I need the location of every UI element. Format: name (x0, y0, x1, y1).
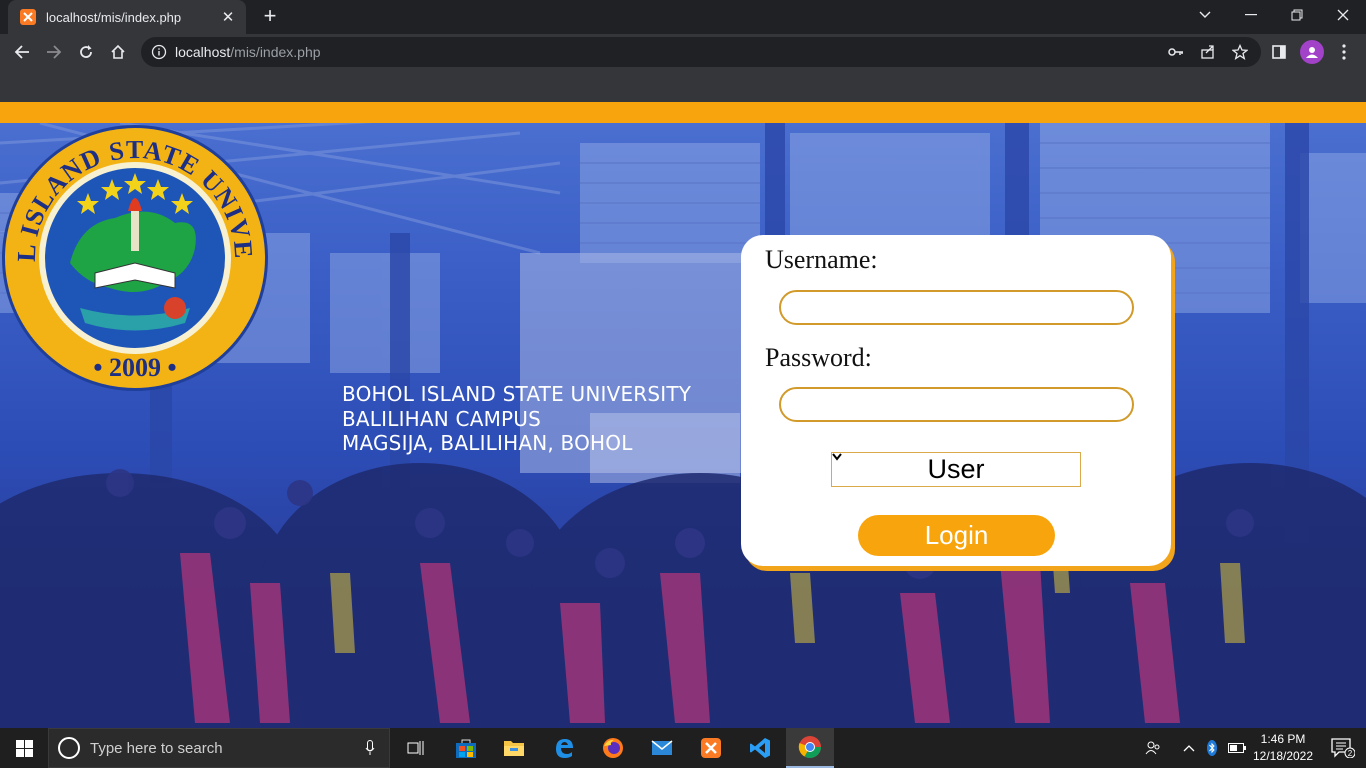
password-label: Password: (765, 343, 872, 372)
microphone-icon[interactable] (365, 740, 375, 756)
chrome-icon[interactable] (786, 728, 834, 768)
windows-taskbar: Type here to search 1:46 PM 12/18/2022 2 (0, 728, 1366, 768)
taskbar-clock[interactable]: 1:46 PM 12/18/2022 (1248, 731, 1318, 765)
role-select-value: User (927, 454, 985, 484)
xampp-favicon-icon (20, 9, 36, 25)
top-accent-bar (0, 102, 1366, 123)
campus-name: BALILIHAN CAMPUS (342, 406, 542, 431)
hero-background-photo: BOHOL ISLAND STATE UNIVERSITY • 2009 • (0, 123, 1366, 728)
restore-icon[interactable] (1274, 0, 1320, 30)
xampp-icon[interactable] (687, 728, 735, 768)
battery-icon[interactable] (1226, 728, 1248, 768)
taskbar-search-box[interactable]: Type here to search (48, 728, 390, 768)
web-page: BOHOL ISLAND STATE UNIVERSITY • 2009 • (0, 102, 1366, 728)
reload-icon[interactable] (72, 38, 100, 66)
close-window-icon[interactable] (1320, 0, 1366, 30)
url-host: localhost (175, 44, 231, 60)
clock-time: 1:46 PM (1260, 732, 1306, 746)
file-explorer-icon[interactable] (490, 728, 538, 768)
university-name-block: BOHOL ISLAND STATE UNIVERSITY BALILIHAN … (342, 382, 691, 456)
username-input[interactable] (779, 290, 1134, 325)
mail-icon[interactable] (638, 728, 686, 768)
bookmark-star-icon[interactable] (1226, 37, 1254, 67)
url-text: localhost/mis/index.php (175, 44, 321, 60)
role-select[interactable]: User (831, 452, 1081, 487)
svg-text:• 2009 •: • 2009 • (93, 353, 176, 382)
notification-count: 2 (1348, 749, 1353, 758)
people-icon[interactable] (1140, 728, 1166, 768)
clock-date: 12/18/2022 (1252, 749, 1314, 763)
tab-title: localhost/mis/index.php (46, 9, 182, 25)
chevron-down-icon (832, 453, 842, 461)
new-tab-icon[interactable]: + (258, 5, 282, 29)
share-icon[interactable] (1194, 37, 1222, 67)
tab-strip: localhost/mis/index.php ✕ + (0, 0, 1366, 34)
side-panel-icon[interactable] (1265, 38, 1293, 66)
browser-toolbar: localhost/mis/index.php (0, 34, 1366, 70)
login-button[interactable]: Login (858, 515, 1055, 556)
username-label: Username: (765, 245, 878, 274)
login-card: Username: Password: User Login (741, 235, 1171, 566)
search-placeholder: Type here to search (90, 739, 223, 757)
edge-legacy-icon[interactable] (540, 728, 588, 768)
url-path: /mis/index.php (230, 44, 321, 60)
address-bar[interactable]: localhost/mis/index.php (141, 37, 1261, 67)
task-view-icon[interactable] (392, 728, 440, 768)
back-icon[interactable] (8, 38, 36, 66)
forward-icon[interactable] (40, 38, 68, 66)
firefox-icon[interactable] (589, 728, 637, 768)
windows-start-icon[interactable] (0, 728, 48, 768)
vscode-icon[interactable] (736, 728, 784, 768)
chrome-menu-icon[interactable] (1330, 38, 1358, 66)
university-seal-logo: BOHOL ISLAND STATE UNIVERSITY • 2009 • (0, 123, 268, 391)
search-icon (58, 737, 80, 759)
bluetooth-icon[interactable] (1202, 728, 1222, 768)
password-input[interactable] (779, 387, 1134, 422)
microsoft-store-icon[interactable] (442, 728, 490, 768)
minimize-icon[interactable] (1228, 0, 1274, 30)
tab-close-icon[interactable]: ✕ (220, 8, 236, 26)
profile-avatar[interactable] (1300, 40, 1324, 64)
campus-address: MAGSIJA, BALILIHAN, BOHOL (342, 431, 633, 455)
password-key-icon[interactable] (1162, 37, 1190, 67)
home-icon[interactable] (104, 38, 132, 66)
tab-search-chevron-icon[interactable] (1182, 0, 1228, 30)
notification-center-icon[interactable]: 2 (1320, 728, 1366, 768)
site-info-icon[interactable] (151, 44, 167, 60)
show-hidden-icons-chevron-icon[interactable] (1178, 728, 1200, 768)
browser-tab[interactable]: localhost/mis/index.php ✕ (8, 0, 246, 34)
bookmarks-bar (0, 70, 1366, 102)
university-name: BOHOL ISLAND STATE UNIVERSITY (342, 382, 692, 406)
